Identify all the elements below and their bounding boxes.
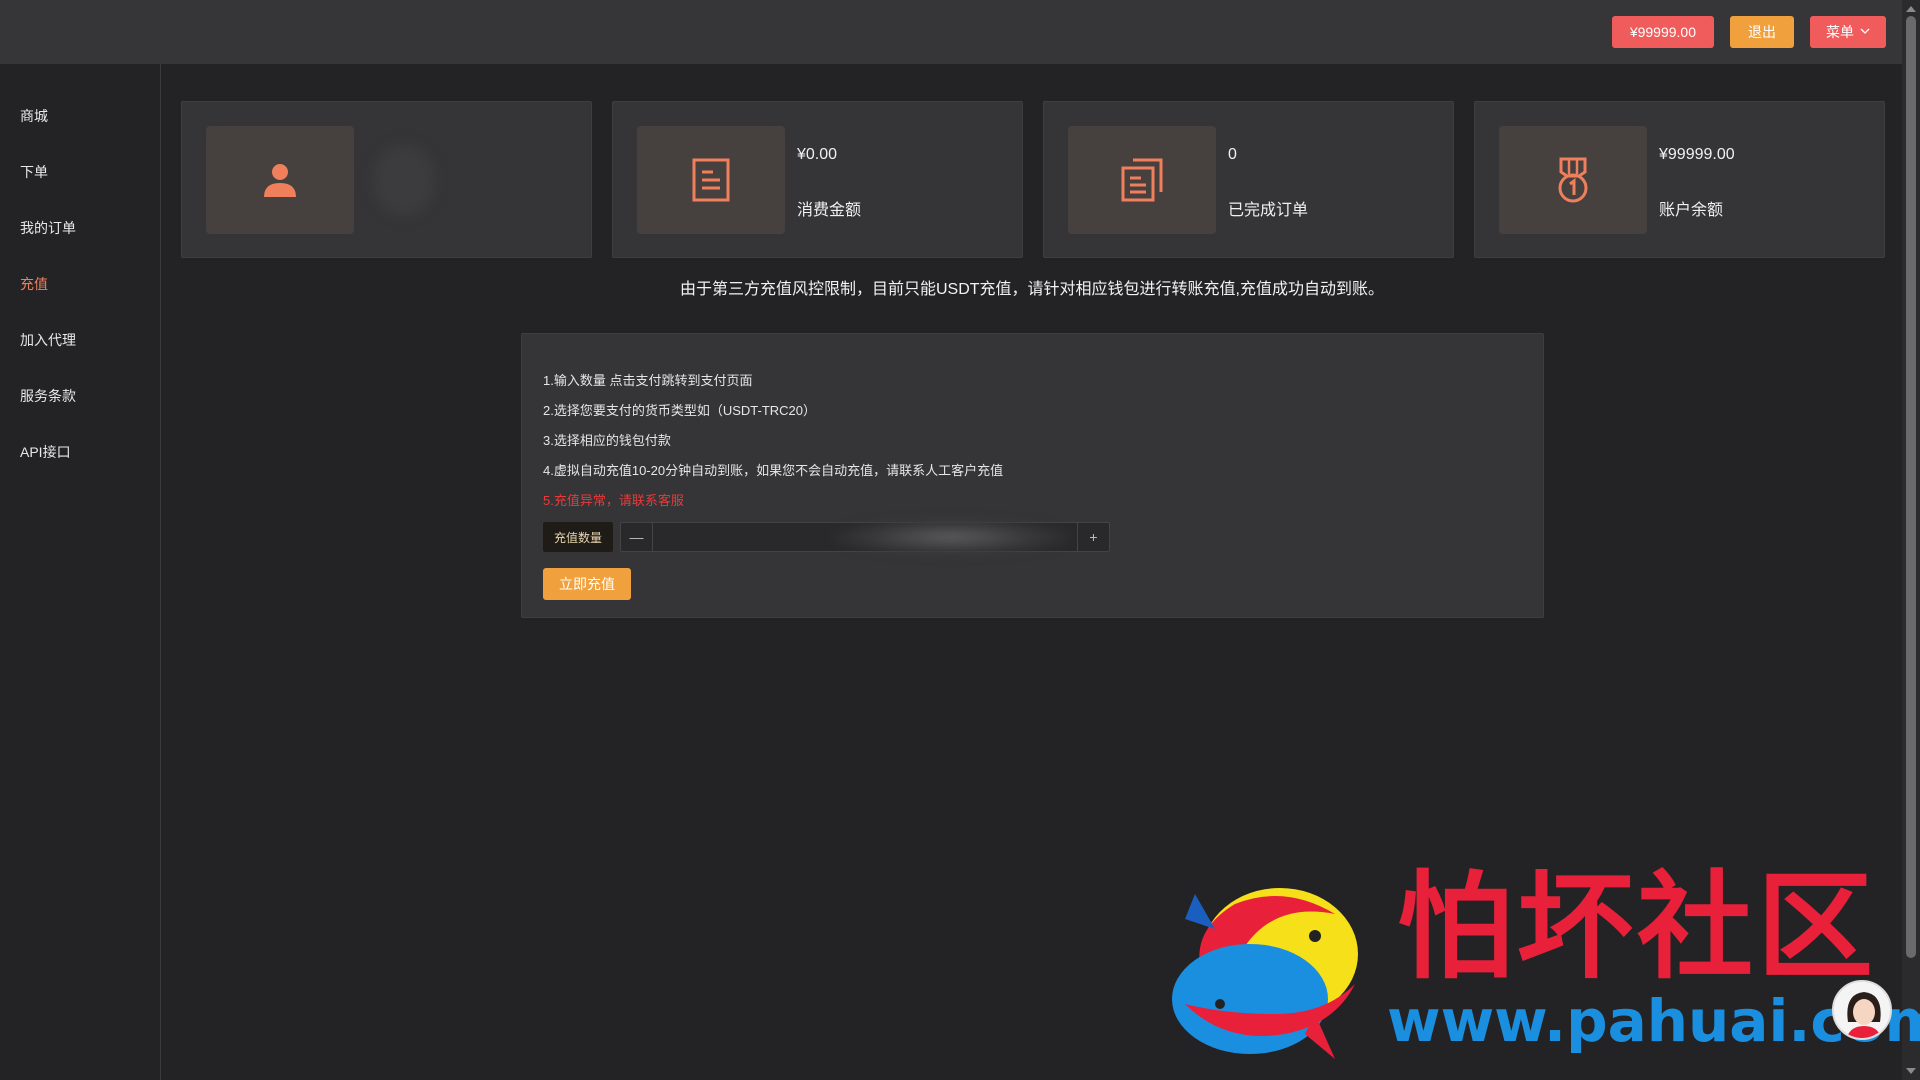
- sidebar-nav: 商城 下单 我的订单 充值 加入代理 服务条款 API接口: [0, 64, 161, 1080]
- document-icon: [637, 125, 785, 234]
- documents-stack-icon: [1068, 125, 1216, 234]
- chevron-down-icon: [1860, 26, 1870, 39]
- completed-orders-card: 0 已完成订单: [1043, 101, 1454, 258]
- watermark-title: 怕坏社区: [1397, 860, 1877, 995]
- sidebar-item-label: 下单: [20, 164, 48, 180]
- scroll-thumb[interactable]: [1906, 16, 1916, 958]
- username-redacted: [374, 144, 434, 215]
- user-card: [181, 101, 592, 258]
- recharge-panel: 1.输入数量 点击支付跳转到支付页面 2.选择您要支付的货币类型如（USDT-T…: [521, 333, 1544, 618]
- spent-amount-label: 消费金额: [797, 201, 862, 219]
- recharge-now-button[interactable]: 立即充值: [543, 568, 631, 600]
- quantity-row: 充值数量 — +: [543, 517, 1522, 557]
- sidebar-item-label: API接口: [20, 444, 71, 460]
- logout-button[interactable]: 退出: [1730, 16, 1794, 48]
- scroll-down-icon[interactable]: [1906, 1068, 1916, 1074]
- spent-amount-card: ¥0.00 消费金额: [612, 101, 1023, 258]
- stat-cards: ¥0.00 消费金额 0 已完成订单 ¥99999.00 账户余额: [181, 101, 1885, 258]
- instruction-step-3: 3.选择相应的钱包付款: [543, 433, 671, 448]
- sidebar-item-api[interactable]: API接口: [0, 424, 160, 480]
- completed-orders-value: 0: [1228, 145, 1237, 163]
- site-watermark: 怕坏社区 www.pahuai.com: [1165, 860, 1920, 1070]
- logout-button-label: 退出: [1748, 24, 1776, 40]
- page-scrollbar[interactable]: [1902, 0, 1920, 1080]
- quantity-input[interactable]: [653, 523, 1110, 551]
- account-balance-label: 账户余额: [1659, 201, 1724, 219]
- menu-button-label: 菜单: [1826, 24, 1854, 40]
- spent-amount-value: ¥0.00: [797, 145, 838, 163]
- instruction-step-4: 4.虚拟自动充值10-20分钟自动到账，如果您不会自动充值，请联系人工客户充值: [543, 463, 1004, 478]
- account-balance-value: ¥99999.00: [1659, 145, 1735, 163]
- sidebar-item-shop[interactable]: 商城: [0, 88, 160, 144]
- sidebar-item-label: 商城: [20, 108, 48, 124]
- avatar-face-icon: [1834, 982, 1890, 1038]
- account-balance-card: ¥99999.00 账户余额: [1474, 101, 1885, 258]
- sidebar-item-label: 服务条款: [20, 388, 76, 404]
- sidebar-item-place-order[interactable]: 下单: [0, 144, 160, 200]
- user-icon: [206, 125, 354, 234]
- completed-orders-label: 已完成订单: [1228, 201, 1309, 219]
- sidebar-item-recharge[interactable]: 充值: [0, 256, 160, 312]
- balance-button-label: ¥99999.00: [1629, 24, 1696, 40]
- instruction-step-1: 1.输入数量 点击支付跳转到支付页面: [543, 373, 753, 388]
- medal-icon: [1499, 125, 1647, 234]
- sidebar-item-terms[interactable]: 服务条款: [0, 368, 160, 424]
- sidebar-item-join-agent[interactable]: 加入代理: [0, 312, 160, 368]
- top-bar: ¥99999.00 退出 菜单: [0, 0, 1902, 64]
- instruction-step-2: 2.选择您要支付的货币类型如（USDT-TRC20）: [543, 403, 817, 418]
- decrement-button[interactable]: —: [621, 523, 654, 551]
- increment-button[interactable]: +: [1077, 523, 1109, 551]
- balance-button[interactable]: ¥99999.00: [1611, 16, 1714, 48]
- fish-logo-icon: [1172, 888, 1358, 1059]
- quantity-stepper: — +: [620, 517, 1111, 557]
- sidebar-item-label: 我的订单: [20, 220, 76, 236]
- menu-dropdown-button[interactable]: 菜单: [1810, 16, 1886, 48]
- instruction-step-warning: 5.充值异常，请联系客服: [543, 493, 684, 508]
- sidebar-item-my-orders[interactable]: 我的订单: [0, 200, 160, 256]
- sidebar-item-label: 加入代理: [20, 332, 76, 348]
- scroll-up-icon[interactable]: [1906, 6, 1916, 12]
- quantity-label: 充值数量: [543, 522, 614, 552]
- sidebar-item-label: 充值: [20, 276, 48, 292]
- recharge-notice: 由于第三方充值风控限制，目前只能USDT充值，请针对相应钱包进行转账充值,充值成…: [679, 281, 1384, 298]
- support-avatar[interactable]: [1832, 980, 1892, 1040]
